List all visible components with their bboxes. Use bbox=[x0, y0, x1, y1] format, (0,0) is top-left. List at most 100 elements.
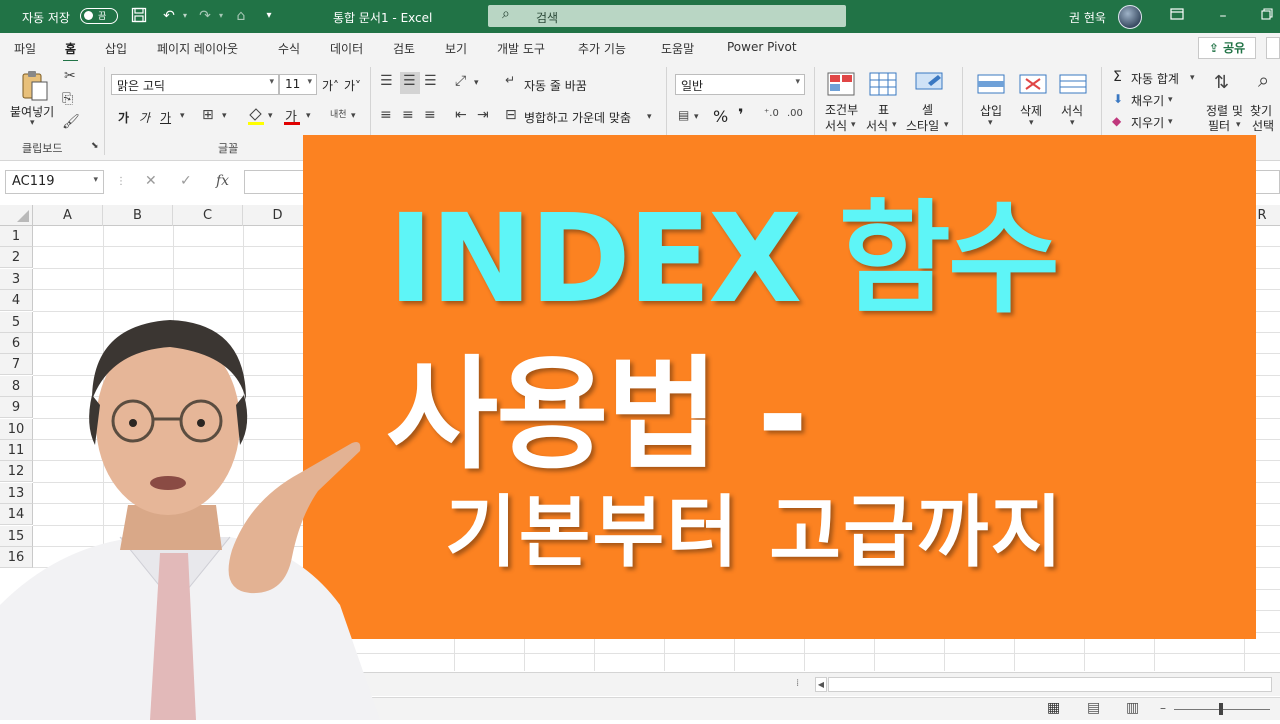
redo-dropdown-icon[interactable]: ▾ bbox=[212, 7, 230, 25]
cell-styles-label-1[interactable]: 셀 bbox=[922, 101, 933, 118]
decrease-decimal-icon[interactable]: .00 bbox=[787, 108, 803, 119]
align-left-icon[interactable]: ≡ bbox=[380, 107, 392, 123]
search-box[interactable]: ⌕ 검색 bbox=[488, 5, 846, 27]
delete-cells-icon[interactable] bbox=[1018, 71, 1050, 99]
accounting-format-icon[interactable]: ▤ bbox=[678, 108, 689, 122]
format-table-label-1[interactable]: 표 bbox=[878, 101, 889, 118]
conditional-format-label-2[interactable]: 서식 bbox=[825, 117, 847, 134]
increase-indent-icon[interactable]: ⇥ bbox=[477, 107, 489, 123]
chevron-down-icon[interactable]: ▾ bbox=[851, 120, 856, 130]
name-box[interactable]: AC119 ▾ bbox=[5, 170, 104, 194]
fill-label[interactable]: 채우기 bbox=[1131, 92, 1164, 109]
tab-review[interactable]: 검토 bbox=[393, 40, 415, 57]
autosum-icon[interactable]: Σ bbox=[1113, 69, 1122, 85]
splitter-grip-icon[interactable]: ⁞ bbox=[796, 678, 799, 689]
chevron-down-icon[interactable]: ▾ bbox=[1168, 95, 1173, 105]
conditional-format-label-1[interactable]: 조건부 bbox=[825, 101, 858, 118]
clear-icon[interactable]: ◆ bbox=[1112, 114, 1121, 128]
increase-decimal-icon[interactable]: ⁺.0 bbox=[764, 108, 779, 119]
scroll-left-icon[interactable]: ◀ bbox=[815, 677, 827, 692]
fill-color-icon[interactable] bbox=[246, 106, 266, 126]
percent-icon[interactable]: % bbox=[713, 107, 728, 126]
zoom-out-icon[interactable]: – bbox=[1160, 701, 1166, 715]
font-size-select[interactable]: 11 ▾ bbox=[279, 74, 317, 95]
paste-dropdown-icon[interactable]: ▾ bbox=[30, 118, 35, 128]
find-select-label-2[interactable]: 선택 bbox=[1252, 117, 1274, 134]
tab-add-ins[interactable]: 추가 기능 bbox=[578, 40, 626, 57]
comments-button[interactable] bbox=[1266, 37, 1280, 59]
tab-help[interactable]: 도움말 bbox=[661, 40, 694, 57]
fill-icon[interactable]: ⬇ bbox=[1113, 92, 1123, 106]
underline-icon[interactable]: 가 bbox=[160, 109, 171, 126]
avatar[interactable] bbox=[1118, 5, 1142, 29]
find-select-icon[interactable]: ⌕ bbox=[1258, 68, 1269, 92]
restore-icon[interactable] bbox=[1258, 7, 1276, 25]
number-format-select[interactable]: 일반 ▾ bbox=[675, 74, 805, 95]
row-header[interactable]: 2 bbox=[0, 247, 33, 269]
tab-formulas[interactable]: 수식 bbox=[278, 40, 300, 57]
conditional-format-icon[interactable] bbox=[826, 71, 858, 99]
autosum-label[interactable]: 자동 합계 bbox=[1131, 70, 1179, 87]
cancel-formula-icon[interactable]: ✕ bbox=[145, 173, 157, 189]
format-cells-label[interactable]: 서식 bbox=[1061, 102, 1083, 119]
column-header-c[interactable]: C bbox=[173, 205, 243, 226]
column-header-a[interactable]: A bbox=[33, 205, 103, 226]
cell-styles-icon[interactable] bbox=[914, 71, 946, 99]
format-cells-icon[interactable] bbox=[1058, 71, 1090, 99]
align-right-icon[interactable]: ≡ bbox=[424, 107, 436, 123]
wrap-text-button[interactable]: 자동 줄 바꿈 bbox=[524, 77, 587, 94]
format-table-label-2[interactable]: 서식 bbox=[866, 117, 888, 134]
chevron-down-icon[interactable]: ▾ bbox=[474, 78, 479, 88]
grow-font-icon[interactable]: 가˄ bbox=[322, 77, 339, 94]
chevron-down-icon[interactable]: ▾ bbox=[268, 111, 273, 121]
ribbon-display-icon[interactable] bbox=[1168, 7, 1186, 25]
chevron-down-icon[interactable]: ▾ bbox=[1029, 118, 1034, 128]
font-name-select[interactable]: 맑은 고딕 ▾ bbox=[111, 74, 279, 95]
sort-filter-label-2[interactable]: 필터 bbox=[1208, 117, 1230, 134]
tab-data[interactable]: 데이터 bbox=[330, 40, 363, 57]
chevron-down-icon[interactable]: ▾ bbox=[892, 120, 897, 130]
tab-view[interactable]: 보기 bbox=[445, 40, 467, 57]
page-layout-view-icon[interactable]: ▤ bbox=[1087, 700, 1100, 716]
chevron-down-icon[interactable]: ▾ bbox=[306, 111, 311, 121]
column-header-b[interactable]: B bbox=[103, 205, 173, 226]
sort-filter-icon[interactable]: ⇅ bbox=[1214, 72, 1229, 93]
align-top-icon[interactable]: ☰ bbox=[380, 73, 393, 89]
autosave-toggle[interactable]: 끔 bbox=[80, 8, 118, 24]
font-color-icon[interactable]: 가 bbox=[283, 106, 301, 126]
chevron-down-icon[interactable]: ▾ bbox=[944, 120, 949, 130]
merge-center-button[interactable]: 병합하고 가운데 맞춤 bbox=[524, 109, 631, 126]
tab-developer[interactable]: 개발 도구 bbox=[497, 40, 545, 57]
tab-insert[interactable]: 삽입 bbox=[105, 40, 127, 57]
align-middle-icon-bg[interactable]: ☰ bbox=[400, 72, 420, 94]
chevron-down-icon[interactable]: ▾ bbox=[647, 112, 652, 122]
clipboard-launcher-icon[interactable]: ⬊ bbox=[91, 141, 99, 151]
bold-icon[interactable]: 가 bbox=[118, 109, 129, 126]
merge-center-icon[interactable]: ⊟ bbox=[505, 107, 517, 123]
zoom-slider-thumb[interactable] bbox=[1219, 703, 1223, 715]
user-name[interactable]: 권 현욱 bbox=[1069, 9, 1106, 26]
minimize-icon[interactable]: – bbox=[1214, 7, 1232, 25]
format-table-icon[interactable] bbox=[868, 71, 900, 99]
chevron-down-icon[interactable]: ▾ bbox=[222, 111, 227, 121]
select-all-corner[interactable] bbox=[0, 205, 33, 226]
italic-icon[interactable]: 가 bbox=[139, 109, 150, 126]
align-center-icon[interactable]: ≡ bbox=[402, 107, 414, 123]
format-painter-icon[interactable]: 🖌 bbox=[62, 114, 80, 130]
tab-file[interactable]: 파일 bbox=[14, 40, 36, 57]
chevron-down-icon[interactable]: ▾ bbox=[1236, 120, 1241, 130]
orientation-icon[interactable]: ⤢ bbox=[455, 73, 466, 89]
chevron-down-icon[interactable]: ▾ bbox=[1190, 73, 1195, 83]
save-icon[interactable] bbox=[130, 7, 148, 25]
copy-icon[interactable]: ⎘ bbox=[62, 91, 73, 107]
row-header[interactable]: 1 bbox=[0, 226, 33, 247]
enter-formula-icon[interactable]: ✓ bbox=[180, 173, 192, 189]
page-break-view-icon[interactable]: ▥ bbox=[1126, 700, 1139, 716]
tab-power-pivot[interactable]: Power Pivot bbox=[727, 40, 797, 54]
paste-icon[interactable] bbox=[20, 70, 52, 101]
customize-toolbar-icon[interactable]: ▾ bbox=[260, 7, 278, 25]
touch-mode-icon[interactable]: ⌂ bbox=[232, 7, 250, 25]
insert-function-icon[interactable]: fx bbox=[216, 173, 229, 189]
chevron-down-icon[interactable]: ▾ bbox=[1168, 117, 1173, 127]
insert-cells-icon[interactable] bbox=[976, 71, 1008, 99]
